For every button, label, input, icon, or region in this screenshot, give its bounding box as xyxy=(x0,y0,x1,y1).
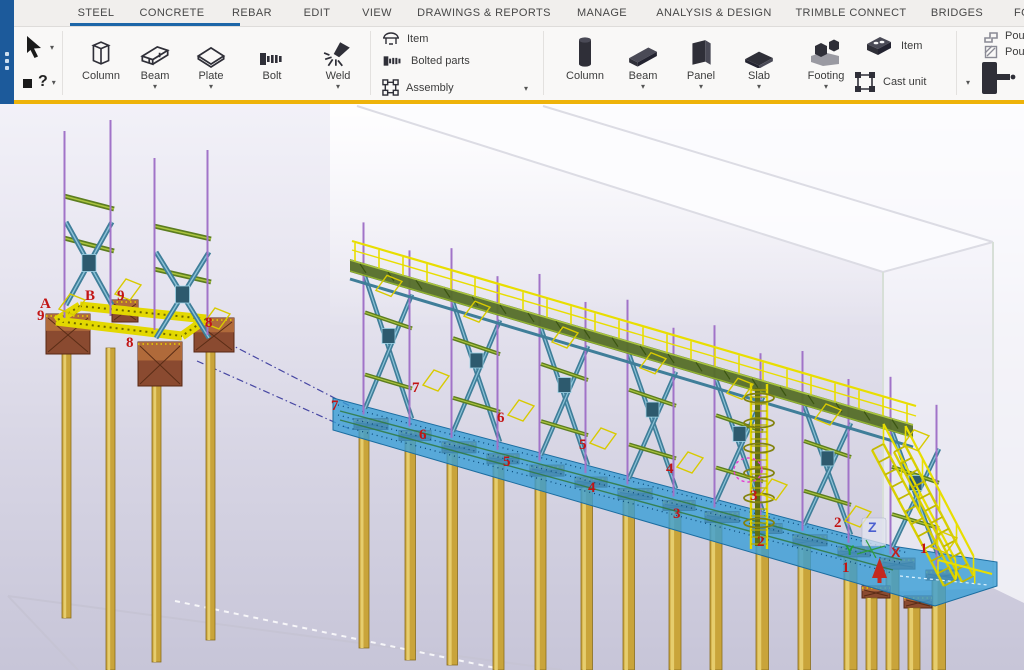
pour-object-icon xyxy=(984,29,998,43)
tab-bridges[interactable]: BRIDGES xyxy=(931,0,983,26)
active-tab-indicator xyxy=(70,23,240,26)
tekla-structures-window: STEEL CONCRETE REBAR EDIT VIEW DRAWINGS … xyxy=(0,0,1024,670)
select-inquire-button[interactable]: ? ▾ xyxy=(22,73,56,91)
slab-icon xyxy=(743,48,775,68)
cursor-arrow-icon xyxy=(24,35,46,59)
dropdown-caret-icon: ▾ xyxy=(50,44,54,51)
ribbon: ▾ ? ▾ Column Beam ▾ Plate xyxy=(14,27,1024,100)
plate-icon xyxy=(196,44,226,68)
concrete-beam-icon xyxy=(627,44,659,68)
question-icon: ? xyxy=(38,73,48,91)
dropdown-caret-icon: ▾ xyxy=(127,83,183,90)
bolted-parts-icon xyxy=(382,54,404,68)
assembly-dropdown-caret-icon[interactable]: ▾ xyxy=(524,85,528,92)
model-3d-scene xyxy=(0,104,1024,670)
dropdown-caret-icon: ▾ xyxy=(673,83,729,90)
ribbon-separator xyxy=(370,31,371,95)
dropdown-caret-icon: ▾ xyxy=(183,83,239,90)
pour-unit-button[interactable]: C xyxy=(980,61,1024,95)
app-side-strip[interactable] xyxy=(0,0,14,104)
assembly-icon xyxy=(382,79,399,96)
side-strip-dot xyxy=(5,59,9,63)
cast-unit-button[interactable]: Cast unit xyxy=(854,71,926,93)
concrete-column-icon xyxy=(575,36,595,68)
concrete-item-button[interactable]: Item xyxy=(864,35,922,57)
steel-column-icon xyxy=(88,38,114,68)
dropdown-caret-icon: ▾ xyxy=(310,83,366,90)
side-strip-dot xyxy=(5,52,9,56)
bolt-icon xyxy=(258,50,286,68)
steel-beam-icon xyxy=(140,42,170,68)
dropdown-caret-icon: ▾ xyxy=(615,83,671,90)
weld-icon xyxy=(323,40,353,68)
ribbon-tab-bar: STEEL CONCRETE REBAR EDIT VIEW DRAWINGS … xyxy=(14,0,1024,27)
tab-analysis-design[interactable]: ANALYSIS & DESIGN xyxy=(656,0,771,26)
cast-unit-icon xyxy=(854,71,876,93)
tab-drawings-reports[interactable]: DRAWINGS & REPORTS xyxy=(417,0,551,26)
concrete-beam-button[interactable]: Beam ▾ xyxy=(615,30,671,90)
ribbon-separator xyxy=(956,31,957,95)
steel-beam-button[interactable]: Beam ▾ xyxy=(127,30,183,90)
dropdown-caret-icon: ▾ xyxy=(731,83,787,90)
bolted-parts-button[interactable]: Bolted parts xyxy=(382,54,470,68)
select-square-icon xyxy=(22,76,34,88)
ribbon-separator xyxy=(62,31,63,95)
select-tool-button[interactable]: ▾ xyxy=(24,35,54,59)
dropdown-caret-icon: ▾ xyxy=(798,83,854,90)
pour-unit-icon xyxy=(980,61,1022,95)
item-steel-icon xyxy=(382,31,400,46)
steel-column-button[interactable]: Column xyxy=(73,30,129,83)
footing-button[interactable]: Footing ▾ xyxy=(798,30,854,90)
assembly-button[interactable]: Assembly xyxy=(382,79,454,96)
panel-button[interactable]: Panel ▾ xyxy=(673,30,729,90)
model-viewport[interactable] xyxy=(0,104,1024,670)
steel-item-button[interactable]: Item xyxy=(382,31,428,46)
dropdown-caret-icon: ▾ xyxy=(52,79,56,86)
tab-edit[interactable]: EDIT xyxy=(304,0,331,26)
tab-truncated[interactable]: FO xyxy=(1014,0,1024,26)
side-strip-dot xyxy=(5,66,9,70)
concrete-column-button[interactable]: Column xyxy=(557,30,613,83)
pour-object-button[interactable]: Pour xyxy=(984,29,1024,43)
concrete-item-icon xyxy=(864,35,894,57)
pour-break-button[interactable]: Pour xyxy=(984,45,1024,59)
bolt-button[interactable]: Bolt xyxy=(244,30,300,83)
left-tower xyxy=(46,120,234,670)
ribbon-separator xyxy=(543,31,544,95)
pour-break-icon xyxy=(984,45,998,59)
tab-manage[interactable]: MANAGE xyxy=(577,0,627,26)
tab-view[interactable]: VIEW xyxy=(362,0,392,26)
tab-trimble-connect[interactable]: TRIMBLE CONNECT xyxy=(795,0,906,26)
weld-button[interactable]: Weld ▾ xyxy=(310,30,366,90)
plate-button[interactable]: Plate ▾ xyxy=(183,30,239,90)
cast-unit-dropdown-caret-icon[interactable]: ▾ xyxy=(966,79,970,86)
footing-icon xyxy=(809,38,843,68)
panel-icon xyxy=(688,38,714,68)
slab-button[interactable]: Slab ▾ xyxy=(731,30,787,90)
